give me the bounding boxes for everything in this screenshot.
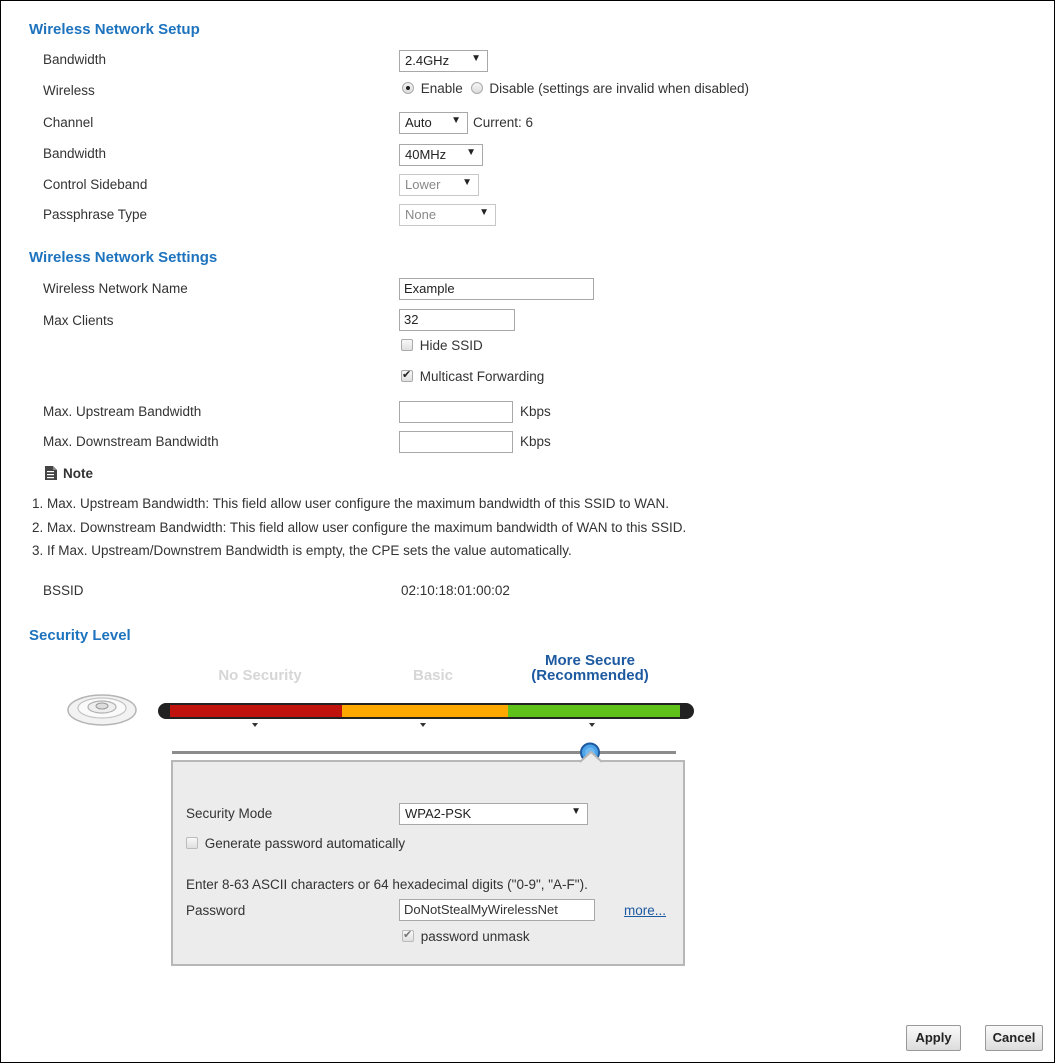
section-title-setup: Wireless Network Setup [29, 21, 200, 38]
sideband-select[interactable]: Lower ▼ [399, 174, 479, 196]
passphrase-select[interactable]: None ▼ [399, 204, 496, 226]
bssid-label: BSSID [43, 583, 84, 598]
wifi-router-icon [66, 686, 138, 731]
generate-password-row: Generate password automatically [186, 836, 405, 851]
note-item: 3. If Max. Upstream/Downstrem Bandwidth … [32, 543, 572, 558]
multicast-row: Multicast Forwarding [401, 368, 545, 384]
hide-ssid-checkbox[interactable] [401, 339, 413, 351]
downstream-label: Max. Downstream Bandwidth [43, 434, 219, 449]
note-item: 1. Max. Upstream Bandwidth: This field a… [32, 496, 670, 511]
level-more-secure-line2: (Recommended) [531, 667, 649, 684]
disable-label: Disable (settings are invalid when disab… [489, 81, 749, 96]
panel-pointer [580, 751, 602, 763]
max-clients-input[interactable]: 32 [399, 309, 515, 331]
apply-button[interactable]: Apply [906, 1025, 961, 1051]
security-mode-label: Security Mode [186, 806, 273, 821]
password-label: Password [186, 903, 246, 918]
channel-bandwidth-select[interactable]: 40MHz ▼ [399, 144, 483, 166]
bandwidth-label: Bandwidth [43, 52, 107, 67]
upstream-input[interactable] [399, 401, 513, 423]
enable-radio[interactable] [402, 82, 414, 94]
hide-ssid-label: Hide SSID [419, 338, 483, 353]
band-select[interactable]: 2.4GHz ▼ [399, 50, 488, 72]
passphrase-label: Passphrase Type [43, 207, 148, 222]
chevron-down-icon: ▼ [571, 806, 581, 817]
enable-label: Enable [420, 81, 463, 96]
password-unmask-checkbox[interactable] [402, 928, 414, 942]
note-item: 2. Max. Downstream Bandwidth: This field… [32, 520, 687, 535]
security-level-bar [158, 703, 694, 727]
upstream-unit: Kbps [520, 404, 551, 419]
disable-radio[interactable] [470, 82, 483, 94]
multicast-checkbox[interactable] [401, 368, 413, 382]
multicast-label: Multicast Forwarding [419, 369, 545, 384]
wireless-radio-group: Enable Disable (settings are invalid whe… [402, 81, 749, 96]
generate-password-label: Generate password automatically [204, 836, 406, 851]
channel-select[interactable]: Auto ▼ [399, 112, 468, 134]
bandwidth2-label: Bandwidth [43, 146, 107, 161]
channel-label: Channel [43, 115, 94, 130]
wireless-label: Wireless [43, 83, 95, 98]
security-mode-select[interactable]: WPA2-PSK ▼ [399, 803, 588, 825]
level-more-secure-line1: More Secure [544, 652, 636, 669]
chevron-down-icon: ▼ [466, 147, 476, 158]
section-title-settings: Wireless Network Settings [29, 249, 218, 266]
level-no-security-label[interactable]: No Security [205, 667, 315, 684]
ssid-input[interactable]: Example [399, 278, 594, 300]
password-unmask-row: password unmask [402, 928, 530, 944]
chevron-down-icon: ▼ [462, 177, 472, 188]
max-clients-label: Max Clients [43, 313, 114, 328]
chevron-down-icon: ▼ [451, 115, 461, 126]
generate-password-checkbox[interactable] [186, 837, 198, 849]
password-hint: Enter 8-63 ASCII characters or 64 hexade… [186, 877, 588, 892]
level-basic-label[interactable]: Basic [393, 667, 473, 684]
password-input[interactable]: DoNotStealMyWirelessNet [399, 899, 595, 921]
ssid-label: Wireless Network Name [43, 281, 188, 296]
section-title-security: Security Level [29, 627, 131, 644]
cancel-button[interactable]: Cancel [985, 1025, 1043, 1051]
password-unmask-label: password unmask [420, 929, 530, 944]
bssid-value: 02:10:18:01:00:02 [401, 583, 510, 598]
note-title: Note [63, 466, 93, 481]
sideband-label: Control Sideband [43, 177, 148, 192]
level-more-secure-label[interactable]: More Secure (Recommended) [520, 653, 660, 683]
downstream-input[interactable] [399, 431, 513, 453]
upstream-label: Max. Upstream Bandwidth [43, 404, 202, 419]
note-icon [45, 466, 57, 483]
hide-ssid-row: Hide SSID [401, 338, 483, 353]
chevron-down-icon: ▼ [479, 207, 489, 218]
chevron-down-icon: ▼ [471, 53, 481, 64]
downstream-unit: Kbps [520, 434, 551, 449]
current-channel: Current: 6 [473, 115, 534, 130]
more-link[interactable]: more... [624, 903, 666, 918]
